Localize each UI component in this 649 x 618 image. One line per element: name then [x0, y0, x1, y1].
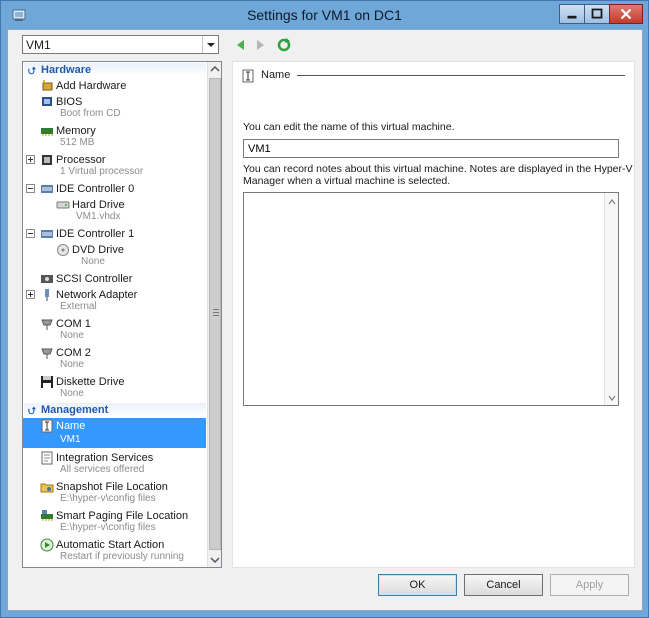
- maximize-button[interactable]: [584, 4, 610, 24]
- snapshot-folder-icon: [40, 480, 54, 494]
- tree-item-bios[interactable]: BIOS Boot from CD: [23, 94, 206, 124]
- tree-item-ide-controller-1[interactable]: IDE Controller 1: [23, 226, 206, 242]
- add-hardware-icon: [40, 79, 54, 93]
- panel-title-divider: [297, 75, 625, 76]
- tree-scrollbar[interactable]: [207, 62, 221, 567]
- collapse-icon[interactable]: [26, 184, 35, 193]
- ide-controller-icon: [40, 227, 54, 241]
- start-action-icon: [40, 538, 54, 552]
- notes-prompt-line-1: You can record notes about this virtual …: [243, 163, 633, 175]
- window-title: Settings for VM1 on DC1: [247, 7, 402, 23]
- name-settings-panel: Name You can edit the name of this virtu…: [232, 61, 635, 568]
- management-section-header[interactable]: ⮍ Management: [24, 403, 206, 417]
- settings-window: Settings for VM1 on DC1 VM1 ⮍ Hardware A…: [0, 0, 649, 618]
- cancel-button[interactable]: Cancel: [464, 574, 543, 596]
- expand-icon[interactable]: [26, 155, 35, 164]
- expand-icon[interactable]: [26, 290, 35, 299]
- tree-item-network-adapter[interactable]: Network Adapter External: [23, 287, 206, 317]
- ide-controller-icon: [40, 182, 54, 196]
- title-bar[interactable]: Settings for VM1 on DC1: [1, 1, 648, 29]
- smart-paging-icon: [40, 509, 54, 523]
- notes-prompt-line-2: Manager when a virtual machine is select…: [243, 175, 451, 187]
- tree-item-hard-drive[interactable]: Hard Drive VM1.vhdx: [23, 197, 206, 227]
- scsi-controller-icon: [40, 272, 54, 286]
- vm-selector-dropdown[interactable]: VM1: [22, 35, 219, 54]
- grip-icon: [213, 309, 219, 316]
- name-field-icon: [40, 419, 54, 433]
- scroll-up-icon[interactable]: [607, 196, 617, 206]
- diskette-icon: [40, 375, 54, 389]
- scroll-down-icon[interactable]: [208, 553, 221, 567]
- ok-button[interactable]: OK: [378, 574, 457, 596]
- hard-drive-icon: [56, 198, 70, 212]
- tree-item-name[interactable]: Name VM1: [23, 418, 206, 448]
- tree-item-scsi-controller[interactable]: SCSI Controller: [23, 271, 206, 287]
- tree-item-ide-controller-0[interactable]: IDE Controller 0: [23, 181, 206, 197]
- hardware-section-header[interactable]: ⮍ Hardware: [24, 63, 206, 77]
- bios-icon: [40, 95, 54, 109]
- tree-item-integration-services[interactable]: Integration Services All services offere…: [23, 450, 206, 480]
- previous-arrow-icon[interactable]: [233, 37, 249, 53]
- integration-services-icon: [40, 451, 54, 465]
- com-port-icon: [40, 346, 54, 360]
- scroll-down-icon[interactable]: [607, 392, 617, 402]
- tree-item-automatic-start-action[interactable]: Automatic Start Action Restart if previo…: [23, 537, 206, 567]
- next-arrow-icon[interactable]: [252, 37, 268, 53]
- tree-item-diskette-drive[interactable]: Diskette Drive None: [23, 374, 206, 404]
- com-port-icon: [40, 317, 54, 331]
- tree-item-memory[interactable]: Memory 512 MB: [23, 123, 206, 153]
- vm-name-input[interactable]: [243, 139, 619, 158]
- memory-icon: [40, 124, 54, 138]
- tree-item-com-1[interactable]: COM 1 None: [23, 316, 206, 346]
- tree-item-processor[interactable]: Processor 1 Virtual processor: [23, 152, 206, 182]
- scrollbar-thumb[interactable]: [209, 78, 221, 550]
- refresh-icon[interactable]: [276, 37, 292, 53]
- network-adapter-icon: [40, 288, 54, 302]
- collapse-icon[interactable]: [26, 229, 35, 238]
- tree-item-dvd-drive[interactable]: DVD Drive None: [23, 242, 206, 272]
- panel-title: Name: [261, 69, 291, 81]
- scroll-up-icon[interactable]: [208, 62, 221, 76]
- dvd-drive-icon: [56, 243, 70, 257]
- tree-item-com-2[interactable]: COM 2 None: [23, 345, 206, 375]
- dialog-client-area: VM1 ⮍ Hardware Add Hardware BIOS Boot fr…: [7, 29, 643, 611]
- tree-item-add-hardware[interactable]: Add Hardware: [23, 78, 206, 94]
- vm-selector-value: VM1: [26, 38, 51, 52]
- minimize-button[interactable]: [559, 4, 585, 24]
- tree-item-snapshot-file-location[interactable]: Snapshot File Location E:\hyper-v\config…: [23, 479, 206, 509]
- close-button[interactable]: [609, 4, 643, 24]
- processor-icon: [40, 153, 54, 167]
- settings-tree[interactable]: ⮍ Hardware Add Hardware BIOS Boot from C…: [22, 61, 222, 568]
- chevron-down-icon[interactable]: [202, 36, 218, 53]
- tree-item-smart-paging-file-location[interactable]: Smart Paging File Location E:\hyper-v\co…: [23, 508, 206, 538]
- notes-scrollbar[interactable]: [604, 193, 618, 405]
- apply-button[interactable]: Apply: [550, 574, 629, 596]
- name-prompt: You can edit the name of this virtual ma…: [243, 121, 455, 133]
- notes-textarea[interactable]: [243, 192, 619, 406]
- name-field-icon: [242, 69, 255, 83]
